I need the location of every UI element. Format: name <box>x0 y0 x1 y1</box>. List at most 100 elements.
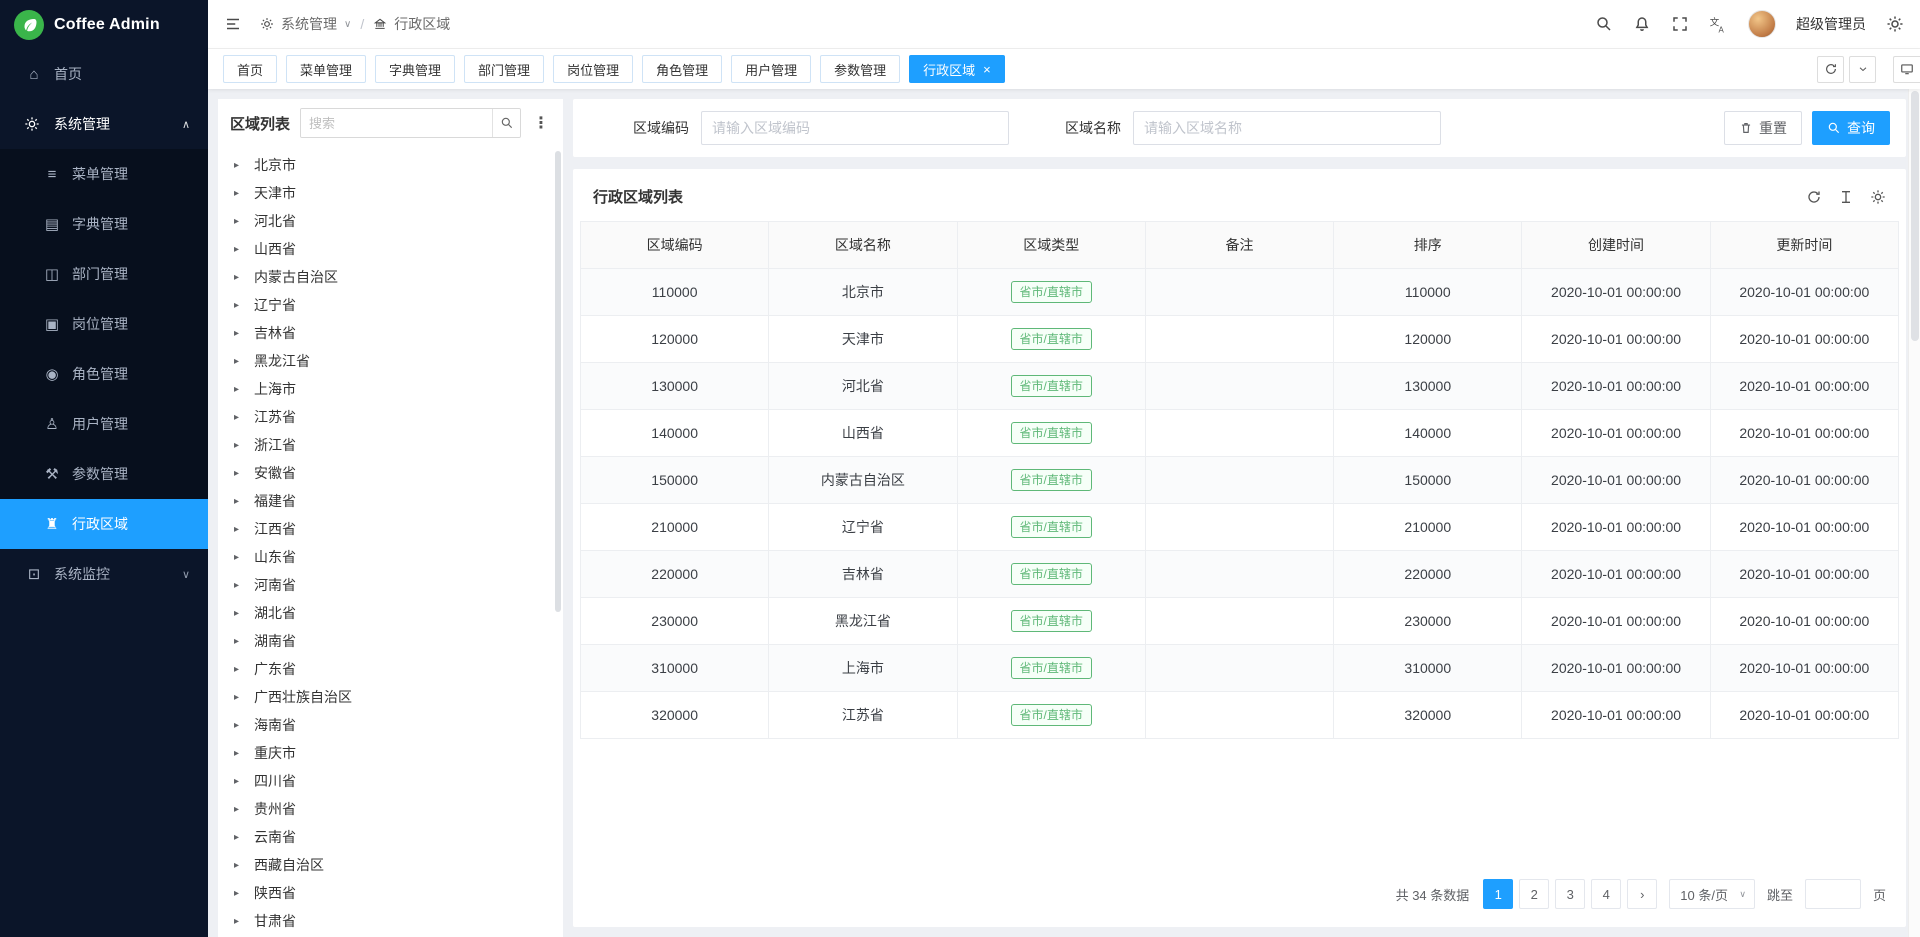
tree-scrollbar[interactable] <box>555 151 561 612</box>
sidebar-subitem[interactable]: ◫ 部门管理 <box>0 249 208 299</box>
sidebar-subitem[interactable]: ♜ 行政区域 <box>0 499 208 549</box>
tree-item[interactable]: ▸ 天津市 <box>218 179 563 207</box>
region-code-input[interactable] <box>701 111 1009 145</box>
tree-item[interactable]: ▸ 陕西省 <box>218 879 563 907</box>
bell-icon[interactable] <box>1633 15 1651 33</box>
tree-item[interactable]: ▸ 湖南省 <box>218 627 563 655</box>
tree-item[interactable]: ▸ 云南省 <box>218 823 563 851</box>
tree-item[interactable]: ▸ 重庆市 <box>218 739 563 767</box>
tree-item[interactable]: ▸ 贵州省 <box>218 795 563 823</box>
tree-item[interactable]: ▸ 黑龙江省 <box>218 347 563 375</box>
cell-updated: 2020-10-01 00:00:00 <box>1710 457 1898 504</box>
query-button[interactable]: 查询 <box>1812 111 1890 145</box>
tree-item[interactable]: ▸ 辽宁省 <box>218 291 563 319</box>
tree-item[interactable]: ▸ 山西省 <box>218 235 563 263</box>
tree-item[interactable]: ▸ 广东省 <box>218 655 563 683</box>
tab[interactable]: 行政区域 × <box>909 55 1005 83</box>
page-size-select[interactable]: 10 条/页 ∨ <box>1669 879 1755 909</box>
tree-search-input[interactable] <box>301 109 492 137</box>
table-columns-icon[interactable] <box>1838 189 1854 205</box>
tree-item[interactable]: ▸ 河北省 <box>218 207 563 235</box>
sidebar-subitem[interactable]: ≡ 菜单管理 <box>0 149 208 199</box>
tree-item[interactable]: ▸ 江苏省 <box>218 403 563 431</box>
caret-right-icon: ▸ <box>234 216 248 227</box>
cell-region-name: 天津市 <box>769 316 957 363</box>
table-card-header: 行政区域列表 <box>573 169 1906 221</box>
main-area: 系统管理 ∨ / 行政区域 文A <box>208 0 1920 937</box>
tree-item[interactable]: ▸ 安徽省 <box>218 459 563 487</box>
settings-gear-icon[interactable] <box>1886 15 1904 33</box>
sidebar-subitem[interactable]: ▣ 岗位管理 <box>0 299 208 349</box>
tree-item[interactable]: ▸ 浙江省 <box>218 431 563 459</box>
page-button[interactable]: 3 <box>1555 879 1585 909</box>
table-settings-icon[interactable] <box>1870 189 1886 205</box>
user-name[interactable]: 超级管理员 <box>1796 14 1866 34</box>
tree-item[interactable]: ▸ 海南省 <box>218 711 563 739</box>
cell-region-type: 省市/直辖市 <box>957 316 1145 363</box>
caret-right-icon: ▸ <box>234 636 248 647</box>
tab[interactable]: 部门管理 × <box>464 55 544 83</box>
tab[interactable]: 首页 × <box>223 55 277 83</box>
region-type-badge: 省市/直辖市 <box>1011 657 1092 679</box>
tree-search-button[interactable] <box>492 109 520 137</box>
tab-refresh-icon[interactable] <box>1817 56 1844 83</box>
next-page-button[interactable]: › <box>1627 879 1657 909</box>
tab-dropdown-icon[interactable] <box>1849 56 1876 83</box>
tree-item[interactable]: ▸ 江西省 <box>218 515 563 543</box>
cell-created: 2020-10-01 00:00:00 <box>1522 316 1710 363</box>
tree-item[interactable]: ▸ 湖北省 <box>218 599 563 627</box>
layout-toggle-icon[interactable] <box>1893 56 1920 83</box>
tree-item[interactable]: ▸ 河南省 <box>218 571 563 599</box>
sidebar-item-home[interactable]: ⌂ 首页 <box>0 49 208 99</box>
fullscreen-icon[interactable] <box>1671 15 1689 33</box>
tree-item[interactable]: ▸ 甘肃省 <box>218 907 563 935</box>
tree-item[interactable]: ▸ 广西壮族自治区 <box>218 683 563 711</box>
sidebar-subitem[interactable]: ⚒ 参数管理 <box>0 449 208 499</box>
region-name-input[interactable] <box>1133 111 1441 145</box>
cell-updated: 2020-10-01 00:00:00 <box>1710 269 1898 316</box>
tree-item[interactable]: ▸ 北京市 <box>218 151 563 179</box>
sidebar-group-system[interactable]: 系统管理 ∧ <box>0 99 208 149</box>
sidebar-subitem[interactable]: ♙ 用户管理 <box>0 399 208 449</box>
tree-item[interactable]: ▸ 四川省 <box>218 767 563 795</box>
tree-item[interactable]: ▸ 福建省 <box>218 487 563 515</box>
table-card-title: 行政区域列表 <box>593 186 683 207</box>
tree-item[interactable]: ▸ 内蒙古自治区 <box>218 263 563 291</box>
tab[interactable]: 用户管理 × <box>731 55 811 83</box>
tree-more-icon[interactable]: ⋮ <box>531 113 551 133</box>
search-icon[interactable] <box>1595 15 1613 33</box>
jump-page-input[interactable] <box>1805 879 1861 909</box>
tree-item[interactable]: ▸ 山东省 <box>218 543 563 571</box>
tree-item[interactable]: ▸ 西藏自治区 <box>218 851 563 879</box>
table-refresh-icon[interactable] <box>1806 189 1822 205</box>
tree-item[interactable]: ▸ 吉林省 <box>218 319 563 347</box>
tree-item[interactable]: ▸ 上海市 <box>218 375 563 403</box>
cell-updated: 2020-10-01 00:00:00 <box>1710 598 1898 645</box>
reset-button-label: 重置 <box>1759 118 1787 138</box>
sidebar-collapse-icon[interactable] <box>224 15 242 33</box>
tab[interactable]: 参数管理 × <box>820 55 900 83</box>
translate-icon[interactable]: 文A <box>1709 15 1728 34</box>
tab[interactable]: 岗位管理 × <box>553 55 633 83</box>
tab-close-icon[interactable]: × <box>983 63 991 76</box>
scrollbar-thumb[interactable] <box>1911 91 1919 341</box>
cell-remark <box>1145 551 1333 598</box>
tab[interactable]: 角色管理 × <box>642 55 722 83</box>
window-scrollbar[interactable] <box>1908 89 1920 937</box>
tab[interactable]: 字典管理 × <box>375 55 455 83</box>
reset-button[interactable]: 重置 <box>1724 111 1802 145</box>
cell-region-name: 辽宁省 <box>769 504 957 551</box>
cell-created: 2020-10-01 00:00:00 <box>1522 457 1710 504</box>
tree-item-label: 河南省 <box>254 575 296 595</box>
sidebar-group-monitor[interactable]: ⊡ 系统监控 ∨ <box>0 549 208 599</box>
tab-label: 参数管理 <box>834 60 886 79</box>
breadcrumb-parent[interactable]: 系统管理 <box>281 14 337 34</box>
page-button[interactable]: 1 <box>1483 879 1513 909</box>
chevron-up-icon: ∧ <box>182 118 190 131</box>
user-avatar[interactable] <box>1748 10 1776 38</box>
sidebar-subitem[interactable]: ◉ 角色管理 <box>0 349 208 399</box>
tab[interactable]: 菜单管理 × <box>286 55 366 83</box>
sidebar-subitem[interactable]: ▤ 字典管理 <box>0 199 208 249</box>
page-button[interactable]: 2 <box>1519 879 1549 909</box>
page-button[interactable]: 4 <box>1591 879 1621 909</box>
